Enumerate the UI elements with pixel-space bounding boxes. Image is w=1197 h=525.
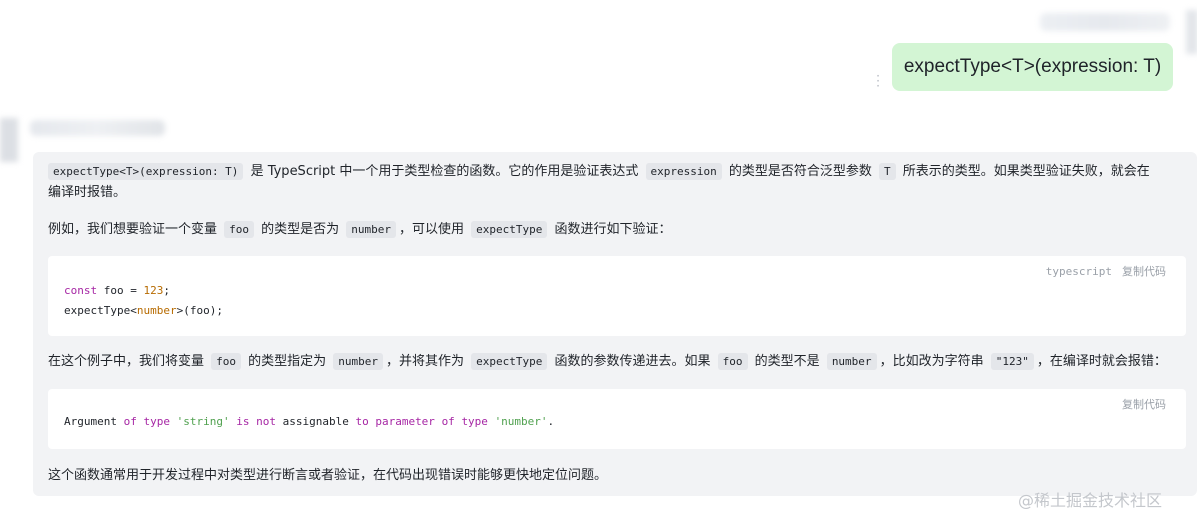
paragraph-text: ，比如改为字符串 — [879, 354, 988, 369]
paragraph-text: 在这个例子中，我们将变量 — [48, 354, 209, 369]
paragraph-text: 的类型是否符合泛型参数 — [724, 164, 877, 179]
code-line: Argument of type 'string' is not assigna… — [64, 415, 555, 428]
assistant-answer: expectType<T>(expression: T) 是 TypeScrip… — [33, 152, 1197, 496]
inline-code: expression — [645, 163, 722, 180]
paragraph-text: 函数进行如下验证： — [550, 222, 672, 237]
copy-code-button[interactable]: 复制代码 — [1122, 398, 1166, 411]
code-token: number — [136, 304, 177, 317]
paragraph-text: 是 TypeScript 中一个用于类型检查的函数。它的作用是验证表达式 — [246, 164, 643, 179]
blurred-assistant-name — [30, 120, 165, 136]
code-block-header: 复制代码 — [1122, 396, 1166, 412]
paragraph-text: 的类型指定为 — [244, 354, 331, 369]
paragraph-text: 例如，我们想要验证一个变量 — [48, 222, 222, 237]
user-message-text: expectType<T>(expression: T) — [903, 56, 1162, 77]
code-token: const — [64, 284, 98, 297]
inline-code: number — [346, 221, 397, 238]
paragraph-text: 的类型是否为 — [257, 222, 344, 237]
copy-code-button[interactable]: 复制代码 — [1122, 265, 1166, 278]
user-message-bubble: expectType<T>(expression: T) — [892, 43, 1173, 91]
code-token: 123 — [143, 284, 164, 297]
answer-paragraph-2: 例如，我们想要验证一个变量 foo 的类型是否为 number ，可以使用 exp… — [48, 219, 672, 240]
paragraph-text: 的类型不是 — [750, 354, 824, 369]
inline-code: expectType<T>(expression: T) — [48, 163, 244, 180]
code-block-header: typescript 复制代码 — [1046, 263, 1166, 279]
inline-code: T — [879, 163, 896, 180]
watermark: @稀土掘金技术社区 — [1018, 491, 1163, 510]
inline-code: number — [333, 353, 384, 370]
blurred-avatar-user — [1186, 10, 1197, 54]
code-token: >(foo); — [176, 304, 223, 317]
answer-paragraph-4: 这个函数通常用于开发过程中对类型进行断言或者验证，在代码出现错误时能够更快地定位… — [48, 468, 608, 483]
paragraph-text: ，并将其作为 — [386, 354, 469, 369]
code-token: foo = — [97, 284, 144, 297]
inline-code: "123" — [990, 353, 1034, 370]
code-language-label: typescript — [1045, 265, 1112, 278]
inline-code: number — [826, 353, 877, 370]
paragraph-text: 编译时报错。 — [48, 185, 127, 200]
blurred-avatar-assistant — [0, 118, 18, 162]
inline-code: expectType — [471, 353, 548, 370]
inline-code: foo — [717, 353, 748, 370]
more-vertical-icon[interactable]: · · · — [874, 70, 882, 92]
paragraph-text: 所表示的类型。如果类型验证失败，就会在 — [898, 164, 1150, 179]
code-line: expectType<number>(foo); — [64, 304, 223, 317]
paragraph-text: ，可以使用 — [399, 222, 469, 237]
blurred-header — [1040, 13, 1170, 31]
paragraph-text: 函数的参数传递进去。如果 — [550, 354, 715, 369]
code-block-error: 复制代码 Argument of type 'string' is not as… — [48, 389, 1186, 449]
paragraph-text: ，在编译时就会报错： — [1036, 354, 1167, 369]
answer-paragraph-1: expectType<T>(expression: T) 是 TypeScrip… — [48, 161, 1188, 203]
code-token: expectType< — [64, 304, 137, 317]
inline-code: foo — [224, 221, 255, 238]
code-block-typescript: typescript 复制代码 const foo = 123; expectTy… — [48, 256, 1186, 336]
inline-code: foo — [211, 353, 242, 370]
code-token: ; — [163, 284, 170, 297]
code-line: const foo = 123; — [64, 284, 170, 297]
answer-paragraph-3: 在这个例子中，我们将变量 foo 的类型指定为 number ，并将其作为 exp… — [48, 351, 1167, 372]
inline-code: expectType — [471, 221, 548, 238]
